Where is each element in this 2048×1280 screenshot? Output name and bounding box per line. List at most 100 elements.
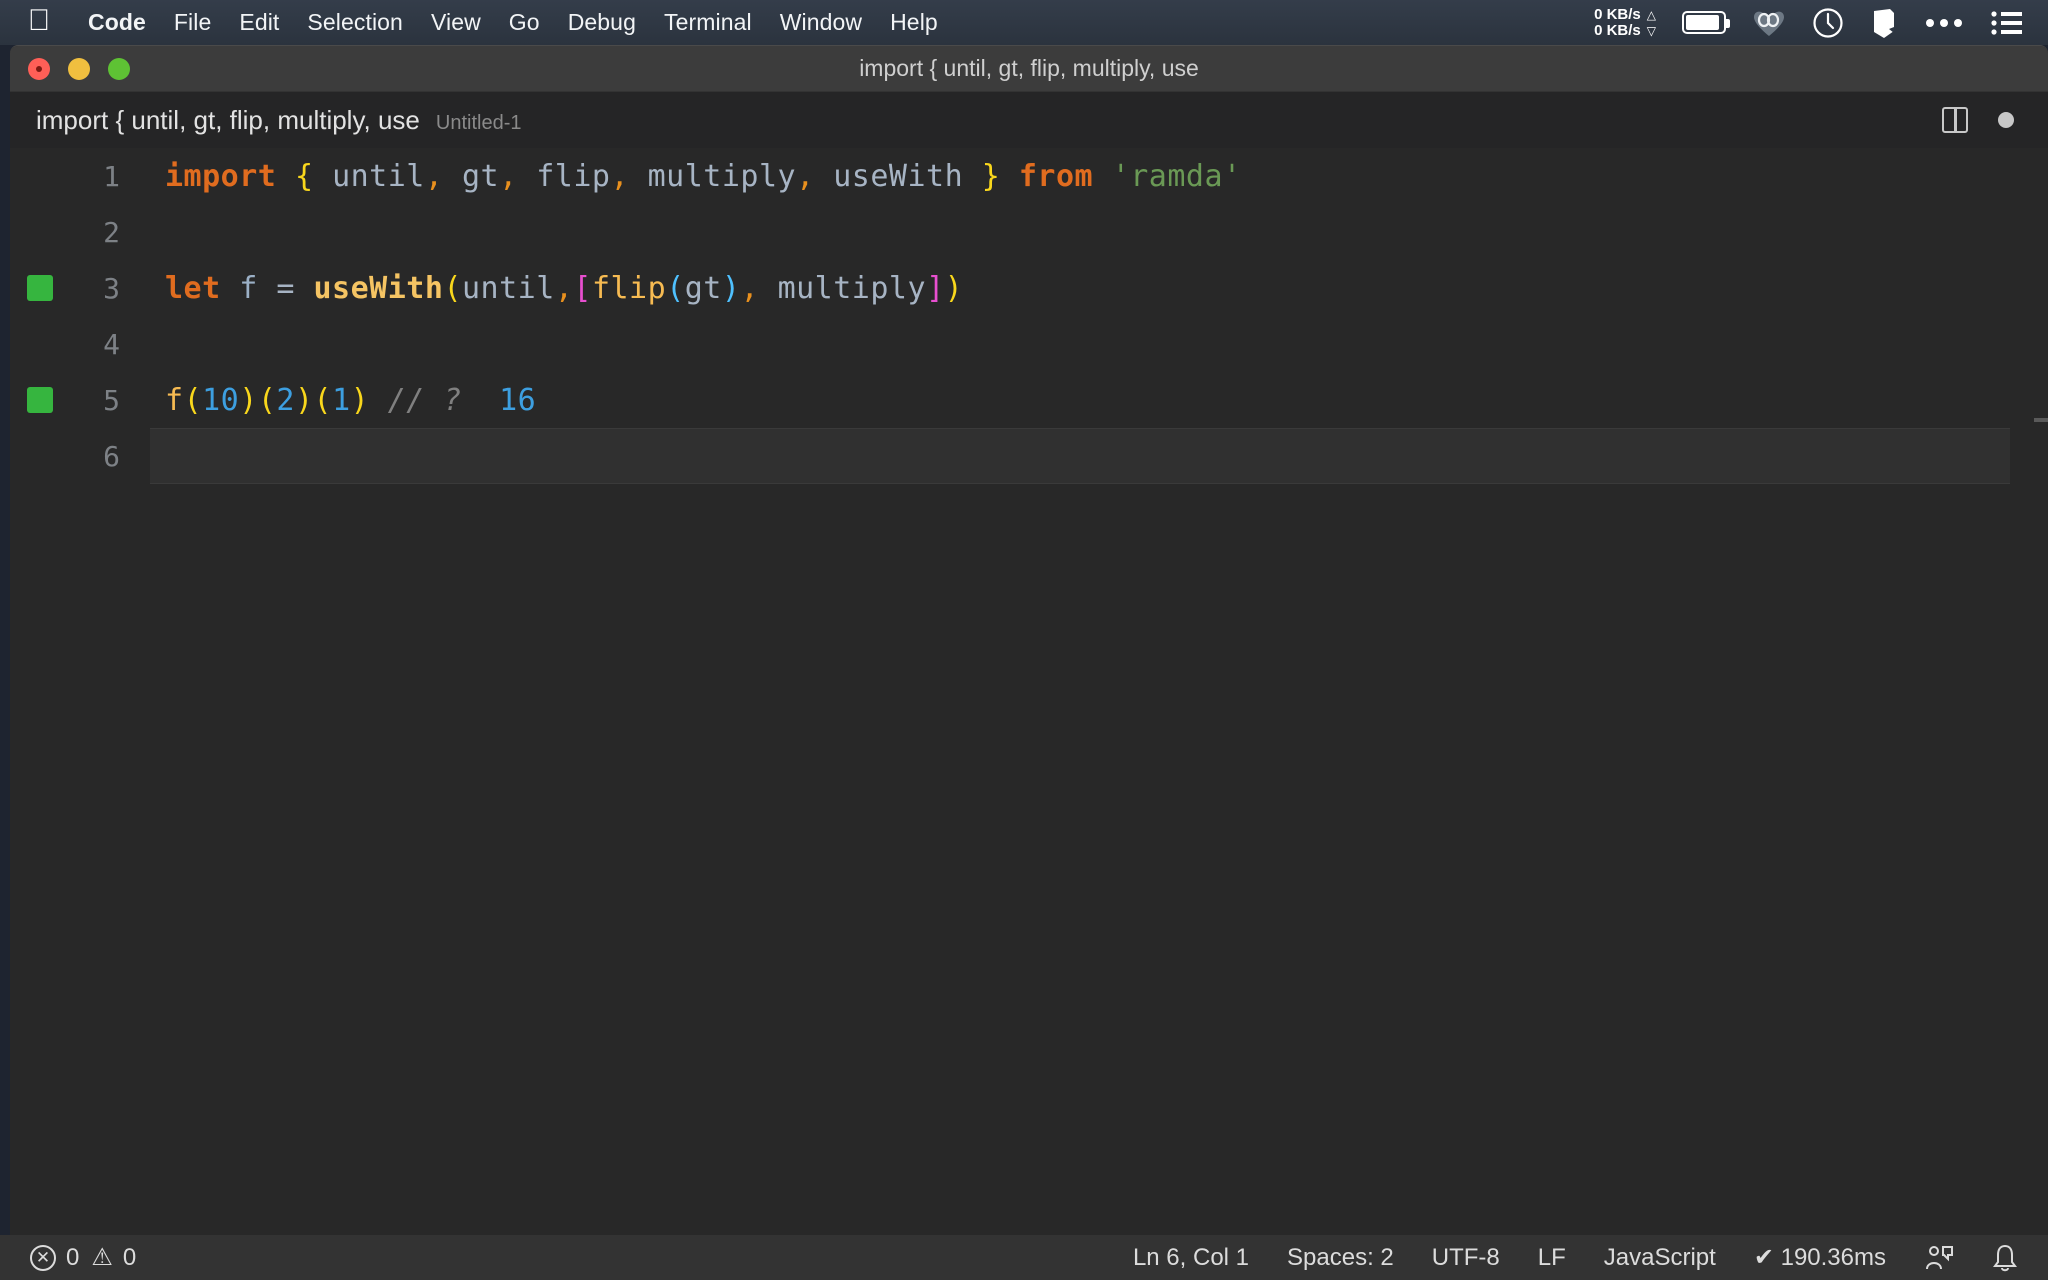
editor-actions bbox=[1942, 107, 2048, 133]
vpn-icon[interactable] bbox=[1752, 8, 1786, 38]
shield-icon[interactable] bbox=[1870, 7, 1898, 39]
minimize-button[interactable] bbox=[68, 57, 90, 80]
network-speed-indicator[interactable]: 0 KB/s △ 0 KB/s ▽ bbox=[1594, 6, 1656, 39]
feedback-icon[interactable] bbox=[1924, 1243, 1954, 1273]
list-icon[interactable] bbox=[1990, 9, 2024, 37]
breakpoint-square-icon[interactable] bbox=[27, 275, 53, 301]
code-token: , bbox=[610, 158, 630, 194]
code-token: [ bbox=[573, 270, 592, 306]
close-button[interactable] bbox=[28, 57, 50, 80]
code-token: ( bbox=[313, 382, 333, 418]
code-token: , bbox=[740, 270, 759, 306]
menu-item-code[interactable]: Code bbox=[74, 9, 160, 36]
code-token: import bbox=[165, 158, 277, 194]
upload-arrow-icon: △ bbox=[1646, 7, 1656, 22]
ellipsis-icon[interactable] bbox=[1924, 16, 1964, 30]
status-bar: ✕ 0 ⚠ 0 Ln 6, Col 1 Spaces: 2 UTF-8 LF J… bbox=[0, 1235, 2048, 1280]
window-titlebar: import { until, gt, flip, multiply, use bbox=[10, 46, 2048, 92]
eol-setting[interactable]: LF bbox=[1538, 1244, 1566, 1272]
encoding-setting[interactable]: UTF-8 bbox=[1432, 1244, 1500, 1272]
line-number: 3 bbox=[103, 271, 120, 305]
code-token: , bbox=[499, 158, 518, 194]
menu-item-edit[interactable]: Edit bbox=[225, 9, 293, 36]
code-token: , bbox=[796, 158, 815, 194]
menu-item-terminal[interactable]: Terminal bbox=[650, 9, 766, 36]
code-token: 10 bbox=[202, 382, 240, 418]
menu-item-selection[interactable]: Selection bbox=[293, 9, 417, 36]
code-token: gt bbox=[462, 158, 500, 194]
code-token: from bbox=[1018, 158, 1094, 194]
code-token: multiply bbox=[647, 158, 797, 194]
split-editor-icon[interactable] bbox=[1942, 107, 1968, 133]
breakpoint-square-icon[interactable] bbox=[27, 387, 53, 413]
code-token: ] bbox=[926, 270, 945, 306]
code-token: 'ramda' bbox=[1111, 158, 1242, 194]
editor-line-3[interactable]: 3 let f = useWith(until,[flip(gt), multip… bbox=[10, 260, 2048, 316]
warning-triangle-icon: ⚠ bbox=[91, 1244, 113, 1271]
code-token: // ? bbox=[387, 382, 462, 418]
code-token: 16 bbox=[499, 382, 537, 418]
code-token: = bbox=[276, 270, 295, 306]
code-token: gt bbox=[684, 270, 722, 306]
code-token: ) bbox=[294, 382, 314, 418]
runtime-duration[interactable]: ✔ 190.36ms bbox=[1754, 1243, 1886, 1272]
menu-item-go[interactable]: Go bbox=[495, 9, 554, 36]
apple-logo-icon[interactable]:  bbox=[26, 5, 52, 36]
code-token: useWith bbox=[313, 270, 444, 306]
gutter-breakpoint-3[interactable] bbox=[20, 275, 60, 301]
warning-status[interactable]: ⚠ 0 bbox=[91, 1243, 136, 1272]
error-circle-icon: ✕ bbox=[30, 1244, 56, 1271]
line-content[interactable]: import { until, gt, flip, multiply, useW… bbox=[120, 159, 1242, 194]
editor-scrollbar[interactable] bbox=[2034, 418, 2048, 422]
error-count: 0 bbox=[66, 1243, 80, 1271]
window-controls bbox=[10, 57, 130, 80]
code-token: until bbox=[462, 270, 555, 306]
editor-line-5[interactable]: 5 f(10)(2)(1) // ? 16 bbox=[10, 372, 2048, 428]
active-line-highlight bbox=[150, 428, 2010, 484]
tab-untitled-1[interactable]: import { until, gt, flip, multiply, use … bbox=[10, 92, 546, 148]
gutter-breakpoint-5[interactable] bbox=[20, 387, 60, 413]
line-number: 1 bbox=[103, 159, 120, 193]
bell-icon[interactable] bbox=[1992, 1243, 2018, 1273]
code-token: f bbox=[239, 270, 258, 306]
cursor-position[interactable]: Ln 6, Col 1 bbox=[1133, 1244, 1249, 1272]
zoom-button[interactable] bbox=[108, 57, 130, 80]
language-mode[interactable]: JavaScript bbox=[1604, 1244, 1716, 1272]
menu-item-view[interactable]: View bbox=[417, 9, 495, 36]
code-token: f bbox=[165, 382, 184, 418]
code-token: ( bbox=[183, 382, 203, 418]
editor-line-1[interactable]: 1 import { until, gt, flip, multiply, use… bbox=[10, 148, 2048, 204]
download-arrow-icon: ▽ bbox=[1646, 23, 1656, 38]
menu-item-file[interactable]: File bbox=[160, 9, 225, 36]
indentation-setting[interactable]: Spaces: 2 bbox=[1287, 1244, 1394, 1272]
line-content[interactable]: f(10)(2)(1) // ? 16 bbox=[120, 383, 536, 418]
code-editor[interactable]: 1 import { until, gt, flip, multiply, use… bbox=[10, 148, 2048, 1235]
code-token: 2 bbox=[276, 382, 295, 418]
warning-count: 0 bbox=[122, 1243, 137, 1271]
window-title: import { until, gt, flip, multiply, use bbox=[859, 55, 1199, 81]
editor-line-2[interactable]: 2 bbox=[10, 204, 2048, 260]
tab-sublabel: Untitled-1 bbox=[435, 112, 522, 134]
battery-icon[interactable] bbox=[1682, 11, 1730, 34]
menu-item-help[interactable]: Help bbox=[876, 9, 952, 36]
menu-item-window[interactable]: Window bbox=[766, 9, 876, 36]
line-number: 5 bbox=[103, 383, 120, 417]
editor-line-4[interactable]: 4 bbox=[10, 316, 2048, 372]
menu-item-debug[interactable]: Debug bbox=[554, 9, 650, 36]
line-content[interactable]: let f = useWith(until,[flip(gt), multipl… bbox=[120, 271, 963, 306]
error-status[interactable]: ✕ 0 bbox=[30, 1244, 79, 1272]
clock-icon[interactable] bbox=[1812, 7, 1844, 39]
code-token: flip bbox=[536, 158, 611, 194]
code-token: let bbox=[165, 270, 221, 306]
code-token: ( bbox=[666, 270, 685, 306]
editor-lines: 1 import { until, gt, flip, multiply, use… bbox=[10, 148, 2048, 484]
editor-line-6[interactable]: 6 bbox=[10, 428, 2048, 484]
unsaved-dot-icon[interactable] bbox=[1998, 112, 2014, 128]
